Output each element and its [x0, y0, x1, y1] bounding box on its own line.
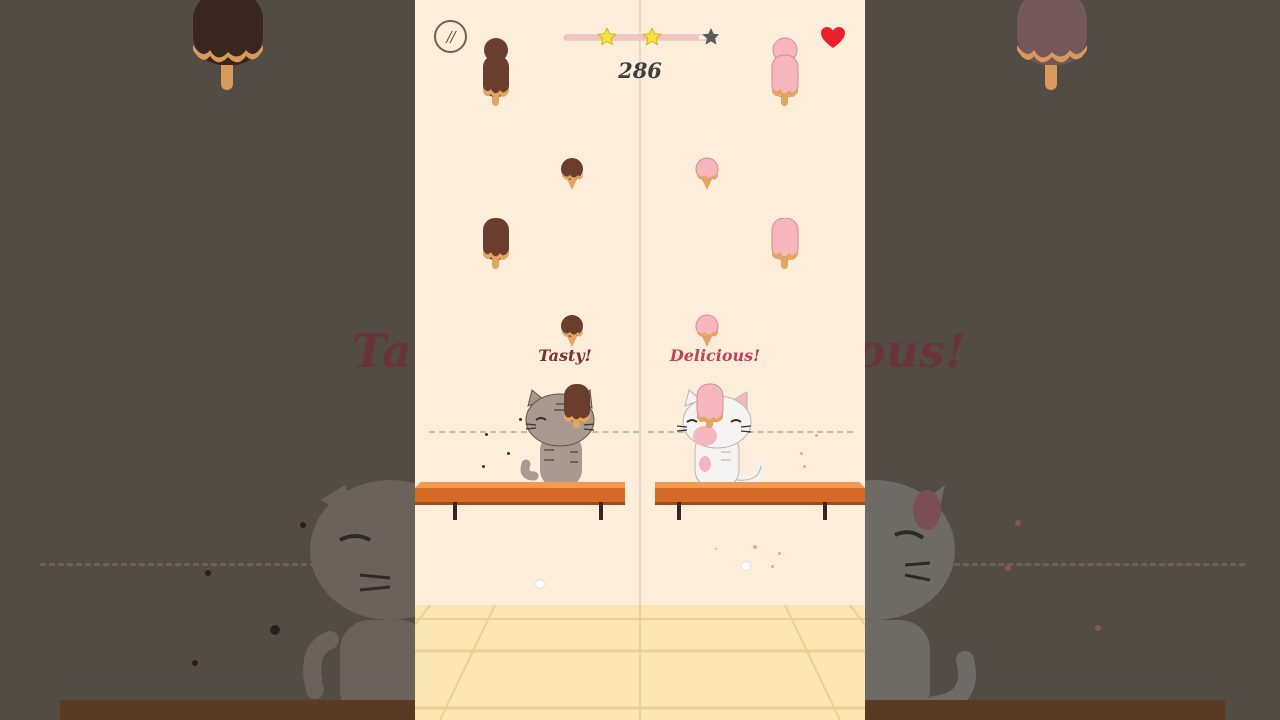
chocolate-cone[interactable] — [559, 157, 585, 191]
crumb-particle — [519, 418, 522, 421]
left-shelf — [415, 482, 625, 520]
crumb-particle — [485, 433, 488, 436]
backdrop-right-text: ous! — [865, 324, 966, 378]
crumb-particle — [507, 452, 510, 455]
crumb-particle — [815, 434, 818, 437]
backdrop-left-text: Ta — [352, 324, 412, 378]
pause-icon: // — [446, 27, 455, 46]
chocolate-popsicle-double[interactable] — [481, 37, 511, 107]
left-aim-ball — [535, 579, 545, 589]
chocolate-cone[interactable] — [559, 314, 585, 348]
crumb-particle — [778, 552, 781, 555]
backdrop-crumb — [1005, 565, 1011, 571]
backdrop-chocolate-popsicle-icon — [193, 0, 263, 90]
backdrop-crumb — [270, 625, 280, 635]
backdrop-right: ous! — [865, 0, 1280, 720]
star-2-icon — [641, 28, 663, 46]
strawberry-popsicle[interactable] — [770, 218, 800, 270]
backdrop-tabby-cat-icon — [303, 480, 415, 720]
delicious-label: Delicious! — [669, 346, 761, 365]
tasty-label: Tasty! — [538, 346, 592, 365]
crumb-particle — [803, 465, 806, 468]
star-1-icon — [596, 28, 618, 46]
chocolate-popsicle[interactable] — [481, 218, 511, 270]
backdrop-left-shelf — [60, 700, 415, 720]
center-divider — [639, 0, 641, 605]
crumb-particle — [482, 465, 485, 468]
crumb-particle — [800, 452, 803, 455]
pause-button[interactable]: // — [434, 20, 467, 53]
backdrop-right-shelf — [865, 700, 1225, 720]
star-3-icon — [702, 28, 719, 45]
backdrop-strawberry-popsicle-icon — [1017, 0, 1087, 90]
game-area[interactable]: // 286 Tasty! Delicious! — [415, 0, 865, 720]
crumb-particle — [771, 565, 774, 568]
tabby-cat-icon[interactable] — [520, 380, 600, 496]
strawberry-cone[interactable] — [694, 157, 720, 191]
crumb-particle — [753, 545, 757, 549]
backdrop-crumb — [1015, 520, 1021, 526]
strawberry-popsicle-double[interactable] — [770, 37, 800, 107]
backdrop-white-cat-icon — [865, 480, 976, 720]
backdrop-crumb — [1095, 625, 1101, 631]
score-counter: 286 — [618, 58, 662, 83]
right-shelf — [655, 482, 865, 520]
right-aim-ball — [741, 561, 751, 571]
floor-tiles — [415, 605, 865, 720]
backdrop-crumb — [205, 570, 211, 576]
backdrop-left: Ta — [0, 0, 415, 720]
white-cat-icon[interactable] — [677, 380, 767, 496]
strawberry-cone[interactable] — [694, 314, 720, 348]
crumb-particle — [715, 548, 717, 550]
heart-icon[interactable] — [821, 27, 845, 49]
backdrop-crumb — [300, 522, 306, 528]
backdrop-crumb — [192, 660, 198, 666]
star-progress-bar — [563, 28, 719, 46]
